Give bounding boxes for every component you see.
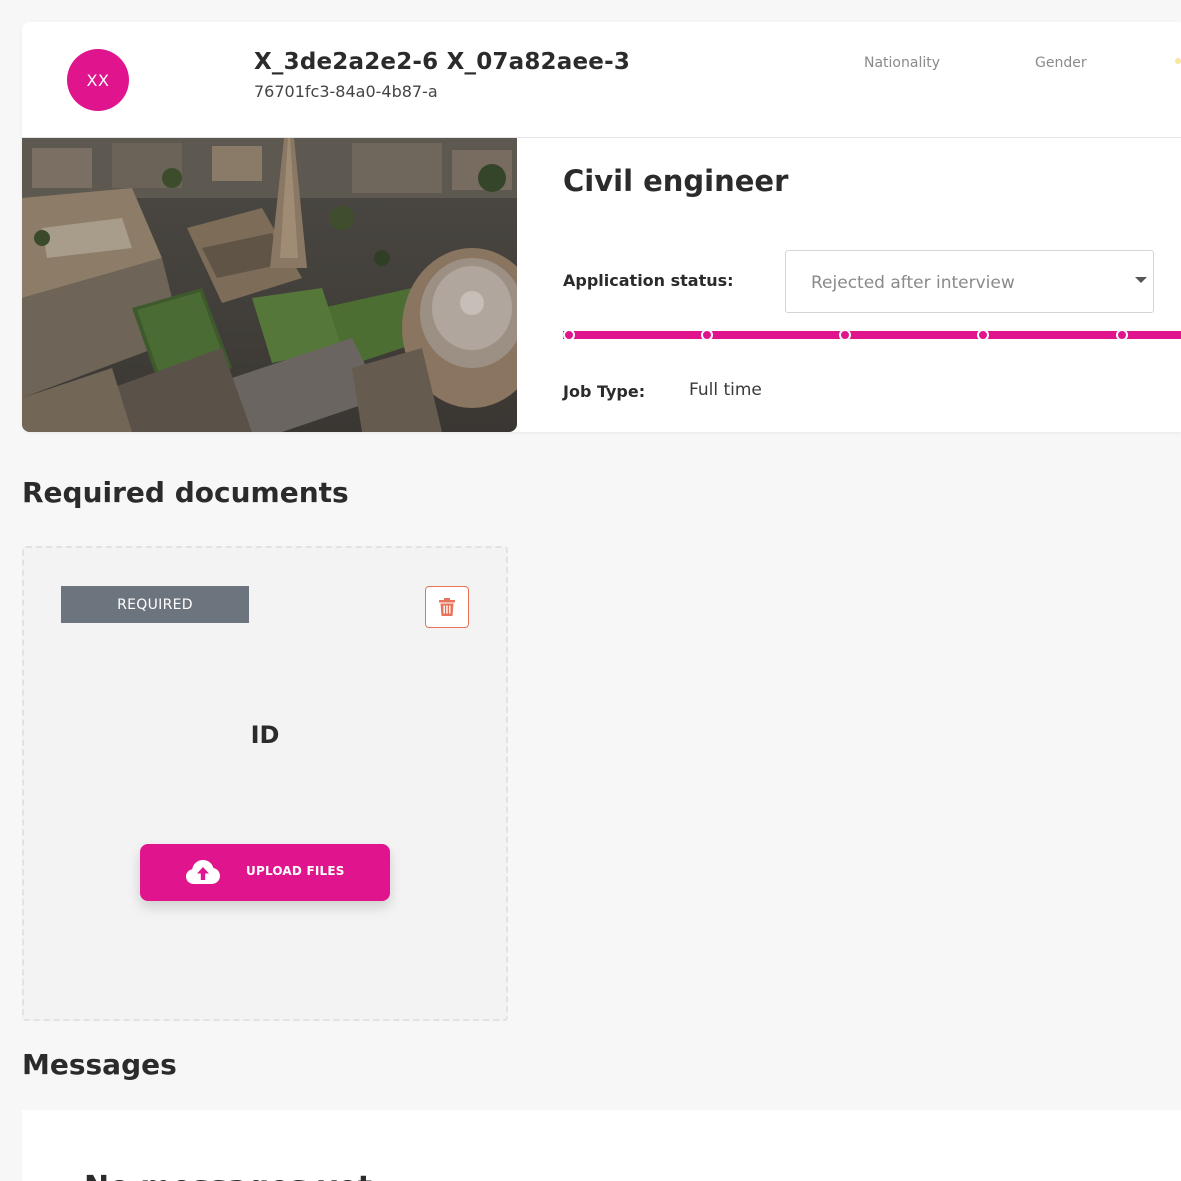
cloud-upload-icon xyxy=(186,860,220,884)
upload-files-label: UPLOAD FILES xyxy=(246,864,345,878)
application-status-select[interactable]: Rejected after interview xyxy=(785,250,1154,313)
messages-empty-text: No messages yet xyxy=(84,1170,372,1181)
progress-track xyxy=(563,331,1181,339)
progress-step xyxy=(563,329,575,341)
delete-document-button[interactable] xyxy=(425,586,469,628)
document-name: ID xyxy=(250,721,280,749)
candidate-id: 76701fc3-84a0-4b87-a xyxy=(254,82,438,101)
avatar: XX xyxy=(67,49,129,111)
job-title: Civil engineer xyxy=(563,164,789,198)
aerial-city-image xyxy=(22,138,517,432)
required-documents-title: Required documents xyxy=(22,476,349,509)
trash-icon xyxy=(439,598,455,616)
progress-step xyxy=(1116,329,1128,341)
job-location-photo xyxy=(22,138,517,432)
job-type-value: Full time xyxy=(689,380,762,400)
upload-files-button[interactable]: UPLOAD FILES xyxy=(140,844,390,901)
progress-step xyxy=(839,329,851,341)
caret-down-icon xyxy=(1135,277,1147,283)
application-status-label: Application status: xyxy=(563,271,734,290)
progress-step xyxy=(701,329,713,341)
document-card: REQUIRED ID UPLOAD FILES xyxy=(22,546,508,1021)
gender-label: Gender xyxy=(1035,55,1087,71)
progress-step xyxy=(977,329,989,341)
avatar-initials: XX xyxy=(86,70,110,90)
nationality-label: Nationality xyxy=(864,55,941,71)
status-indicator xyxy=(1175,58,1181,64)
status-progress-bar xyxy=(563,329,1181,341)
application-card: XX X_3de2a2e2-6 X_07a82aee-3 76701fc3-84… xyxy=(22,22,1181,432)
candidate-name: X_3de2a2e2-6 X_07a82aee-3 xyxy=(254,49,631,75)
messages-card: No messages yet xyxy=(22,1110,1181,1181)
job-type-label: Job Type: xyxy=(563,382,646,401)
messages-title: Messages xyxy=(22,1048,177,1081)
required-badge: REQUIRED xyxy=(61,586,249,623)
application-status-value: Rejected after interview xyxy=(811,273,1015,293)
